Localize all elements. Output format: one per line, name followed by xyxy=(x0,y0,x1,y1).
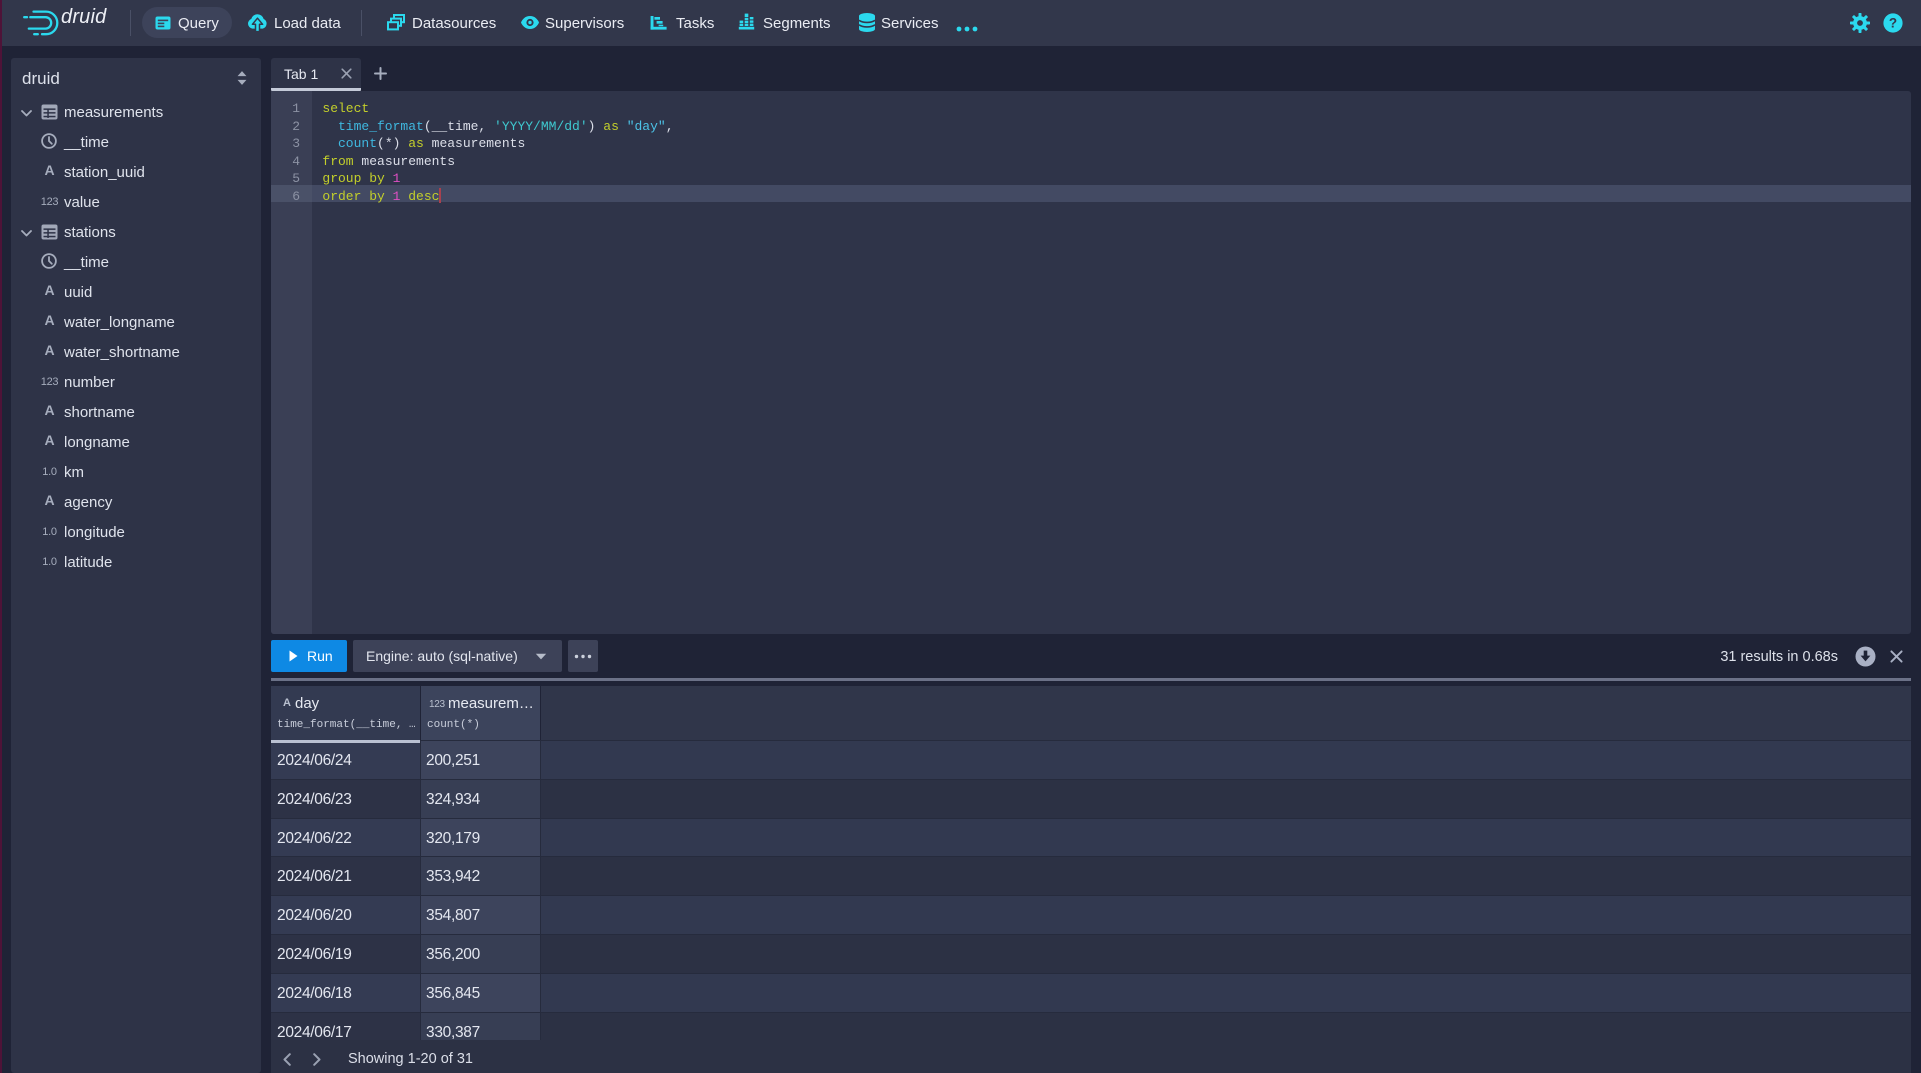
svg-text:?: ? xyxy=(1889,16,1897,31)
